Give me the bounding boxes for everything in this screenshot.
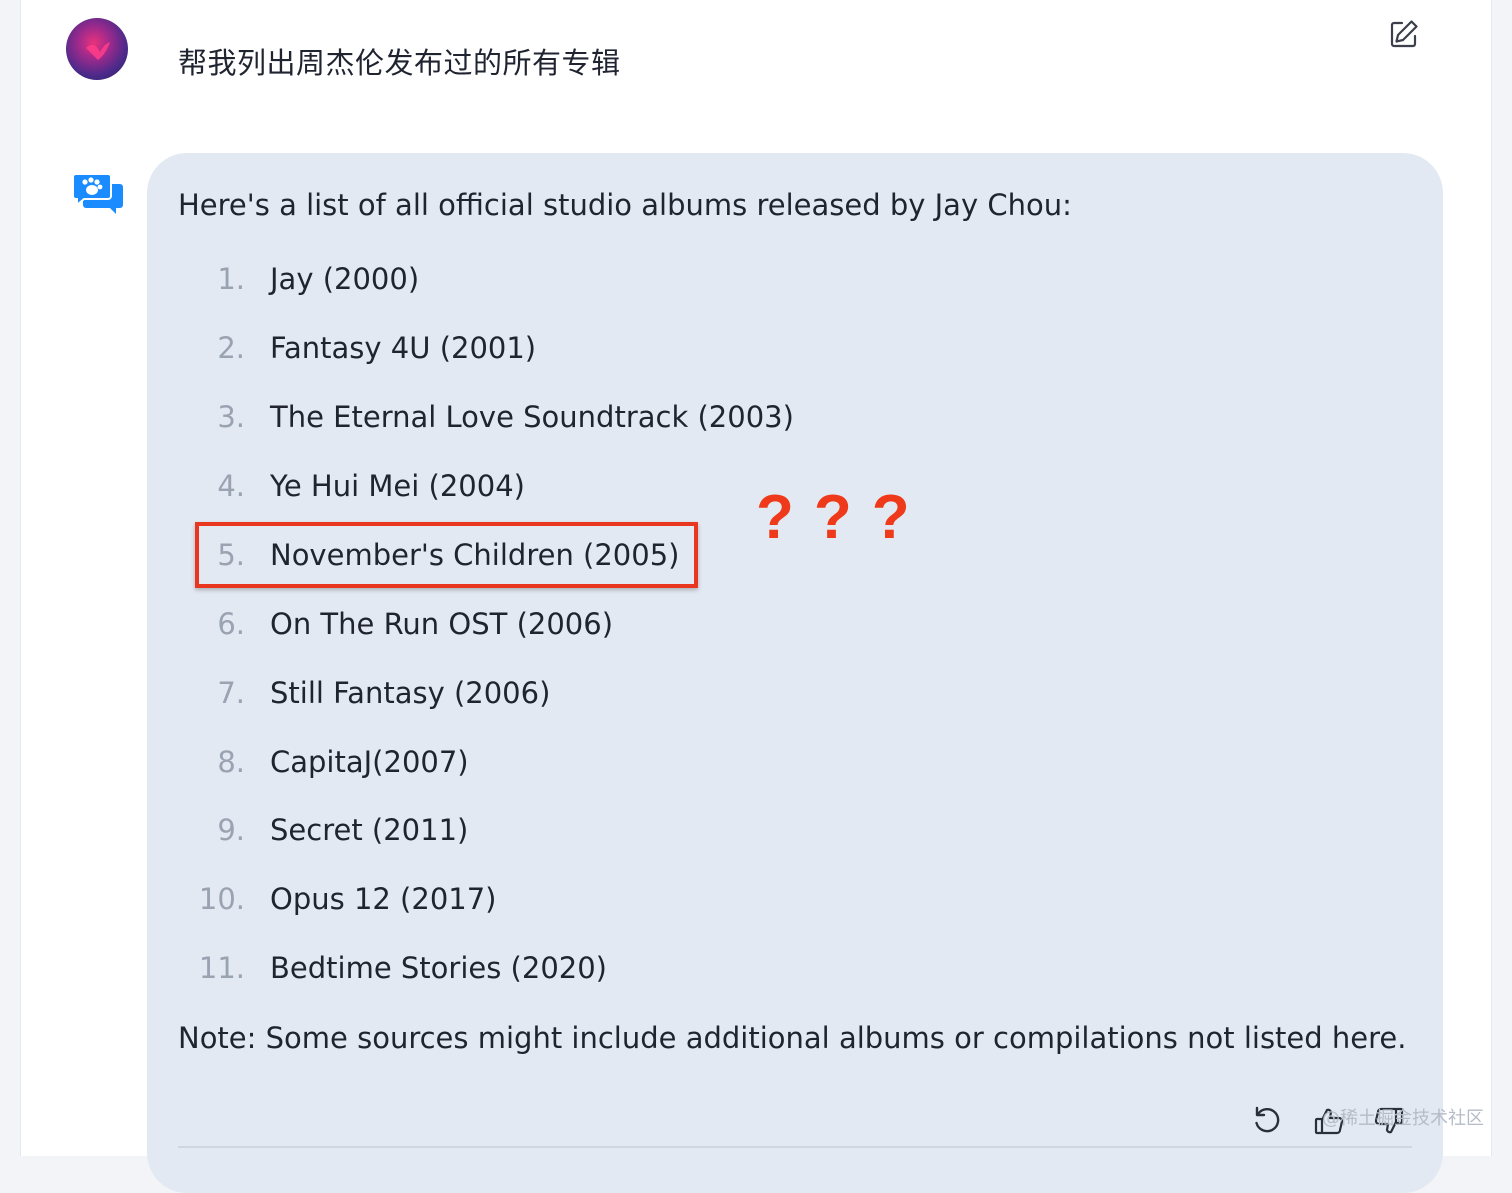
list-item-number: 7. <box>217 676 245 710</box>
list-item-number: 4. <box>217 469 245 503</box>
list-item-title: Ye Hui Mei (2004) <box>270 469 525 503</box>
chat-bubbles-icon <box>72 172 124 218</box>
highlight-box <box>195 522 698 588</box>
response-note: Note: Some sources might include additio… <box>178 1021 1407 1055</box>
user-message: 帮我列出周杰伦发布过的所有专辑 <box>178 46 621 80</box>
list-item-number: 9. <box>217 813 245 847</box>
list-item-number: 11. <box>198 951 245 985</box>
list-item-number: 6. <box>217 607 245 641</box>
question-marks-annotation: ??? <box>756 482 930 553</box>
list-item-title: Secret (2011) <box>270 813 469 847</box>
watermark: @稀土掘金技术社区 <box>1322 1108 1484 1129</box>
question-mark-2: ? <box>813 483 872 552</box>
list-item-number: 8. <box>217 745 245 779</box>
user-avatar <box>66 18 128 80</box>
list-item-title: CapitaJ(2007) <box>270 745 469 779</box>
refresh-icon[interactable] <box>1250 1104 1284 1138</box>
list-item-number: 3. <box>217 400 245 434</box>
list-item-title: Bedtime Stories (2020) <box>270 951 607 985</box>
list-item-number: 1. <box>217 262 245 296</box>
list-item-title: The Eternal Love Soundtrack (2003) <box>270 400 794 434</box>
question-mark-1: ? <box>756 483 814 552</box>
list-item-number: 2. <box>217 331 245 365</box>
list-item-title: Opus 12 (2017) <box>270 882 497 916</box>
list-item-title: On The Run OST (2006) <box>270 607 614 641</box>
divider <box>178 1146 1412 1148</box>
edit-icon[interactable] <box>1388 18 1420 50</box>
list-item-title: Jay (2000) <box>270 262 420 296</box>
list-item-title: Fantasy 4U (2001) <box>270 331 537 365</box>
list-item-title: Still Fantasy (2006) <box>270 676 551 710</box>
response-intro: Here's a list of all official studio alb… <box>178 188 1072 222</box>
question-mark-3: ? <box>871 483 930 552</box>
list-item-number: 10. <box>198 882 245 916</box>
